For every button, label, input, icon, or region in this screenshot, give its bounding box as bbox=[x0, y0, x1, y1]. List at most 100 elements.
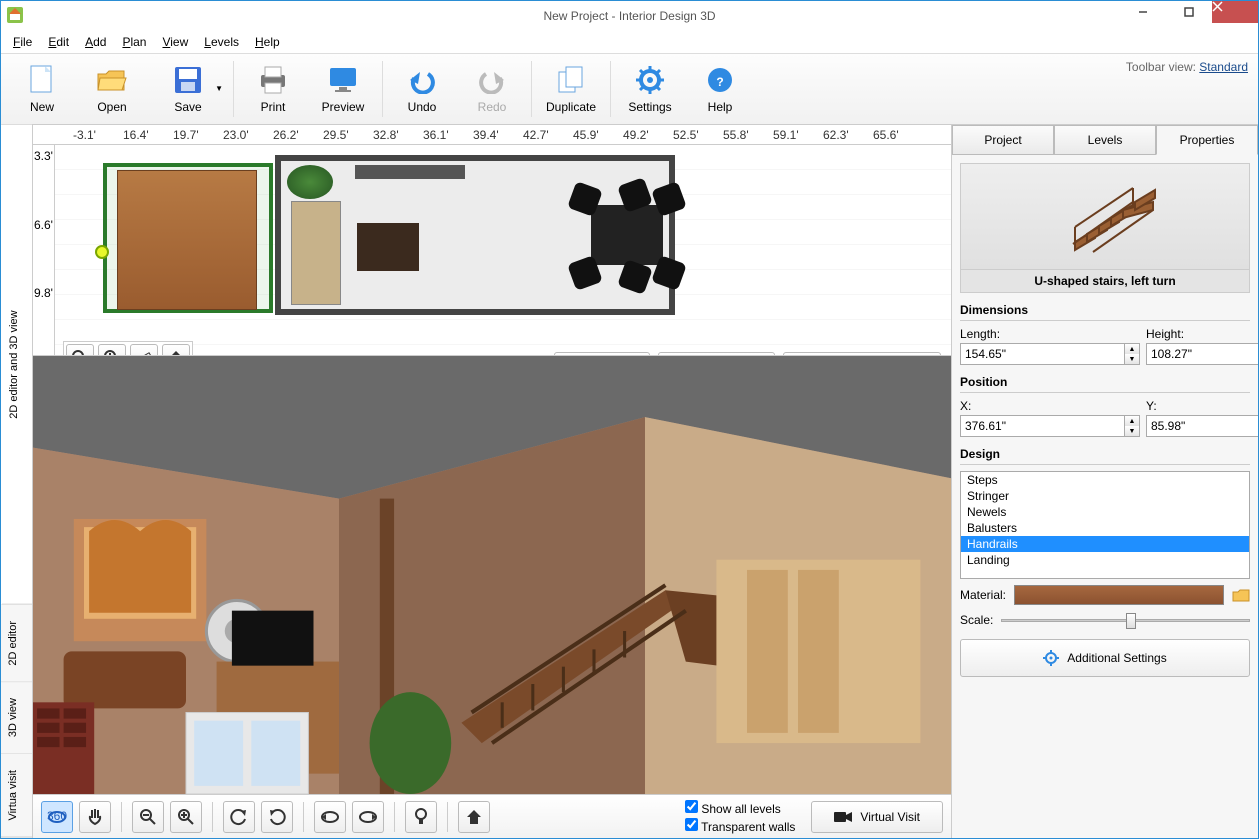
dimensions-heading: Dimensions bbox=[960, 303, 1250, 321]
rotate-cw-button[interactable] bbox=[261, 801, 293, 833]
menu-levels[interactable]: Levels bbox=[196, 33, 247, 51]
menu-bar: File Edit Add Plan View Levels Help bbox=[1, 31, 1258, 53]
save-icon bbox=[172, 64, 204, 96]
tilt-up-button[interactable] bbox=[314, 801, 346, 833]
plan-canvas[interactable] bbox=[55, 145, 951, 355]
material-swatch[interactable] bbox=[1014, 585, 1224, 605]
save-dropdown-icon[interactable]: ▼ bbox=[215, 84, 223, 93]
thumbnail-caption: U-shaped stairs, left turn bbox=[961, 269, 1249, 292]
maximize-button[interactable] bbox=[1166, 1, 1212, 23]
y-input[interactable]: ▲▼ bbox=[1146, 415, 1258, 437]
stairs-icon bbox=[1035, 172, 1175, 262]
window-controls bbox=[1120, 1, 1258, 23]
print-button[interactable]: Print bbox=[238, 56, 308, 122]
measure-button[interactable] bbox=[130, 344, 158, 355]
scale-slider[interactable] bbox=[1001, 611, 1250, 629]
window-title: New Project - Interior Design 3D bbox=[543, 9, 715, 23]
menu-help[interactable]: Help bbox=[247, 33, 288, 51]
rotate-ccw-button[interactable] bbox=[223, 801, 255, 833]
3d-view[interactable] bbox=[33, 355, 951, 794]
plan-mini-toolbar bbox=[63, 341, 193, 355]
close-button[interactable] bbox=[1212, 1, 1258, 23]
lighting-button[interactable] bbox=[405, 801, 437, 833]
home-3d-button[interactable] bbox=[458, 801, 490, 833]
orbit-360-button[interactable]: 360 bbox=[41, 801, 73, 833]
new-button[interactable]: New bbox=[7, 56, 77, 122]
new-file-icon bbox=[26, 64, 58, 96]
transparent-walls-check[interactable]: Transparent walls bbox=[685, 818, 795, 834]
tab-properties[interactable]: Properties bbox=[1156, 125, 1258, 155]
redo-icon bbox=[476, 64, 508, 96]
zoom-in-3d-button[interactable] bbox=[170, 801, 202, 833]
camera-icon bbox=[834, 811, 852, 823]
gear-small-icon bbox=[1043, 650, 1059, 666]
main-toolbar: New Open Save▼ Print Preview Undo Redo D… bbox=[1, 53, 1258, 125]
menu-view[interactable]: View bbox=[154, 33, 196, 51]
duplicate-button[interactable]: Duplicate bbox=[536, 56, 606, 122]
position-heading: Position bbox=[960, 375, 1250, 393]
list-item[interactable]: Steps bbox=[961, 472, 1249, 488]
undo-icon bbox=[406, 64, 438, 96]
menu-add[interactable]: Add bbox=[77, 33, 114, 51]
tab-2d[interactable]: 2D editor bbox=[1, 605, 32, 683]
title-bar: New Project - Interior Design 3D bbox=[1, 1, 1258, 31]
svg-text:360: 360 bbox=[47, 809, 67, 823]
x-input[interactable]: ▲▼ bbox=[960, 415, 1140, 437]
settings-button[interactable]: Settings bbox=[615, 56, 685, 122]
list-item[interactable]: Landing bbox=[961, 552, 1249, 568]
length-input[interactable]: ▲▼ bbox=[960, 343, 1140, 365]
additional-settings-button[interactable]: Additional Settings bbox=[960, 639, 1250, 677]
virtual-visit-button[interactable]: Virtual Visit bbox=[811, 801, 943, 833]
folder-open-icon bbox=[96, 64, 128, 96]
list-item[interactable]: Handrails bbox=[961, 536, 1249, 552]
design-heading: Design bbox=[960, 447, 1250, 465]
zoom-out-3d-button[interactable] bbox=[132, 801, 164, 833]
list-item[interactable]: Balusters bbox=[961, 520, 1249, 536]
height-input[interactable]: ▲▼ bbox=[1146, 343, 1258, 365]
home-view-button[interactable] bbox=[162, 344, 190, 355]
monitor-icon bbox=[327, 64, 359, 96]
preview-button[interactable]: Preview bbox=[308, 56, 378, 122]
browse-material-icon[interactable] bbox=[1232, 587, 1250, 603]
ruler-horizontal: -3.1'16.4'19.7'23.0'26.2'29.5'32.8'36.1'… bbox=[33, 125, 951, 145]
zoom-out-button[interactable] bbox=[66, 344, 94, 355]
menu-plan[interactable]: Plan bbox=[114, 33, 154, 51]
help-icon: ? bbox=[704, 64, 736, 96]
open-button[interactable]: Open bbox=[77, 56, 147, 122]
design-parts-list[interactable]: StepsStringerNewelsBalustersHandrailsLan… bbox=[960, 471, 1250, 579]
menu-file[interactable]: File bbox=[5, 33, 40, 51]
printer-icon bbox=[257, 64, 289, 96]
app-icon bbox=[7, 7, 23, 23]
tilt-down-button[interactable] bbox=[352, 801, 384, 833]
menu-edit[interactable]: Edit bbox=[40, 33, 77, 51]
tab-virtual-visit[interactable]: Virtua visit bbox=[1, 754, 32, 838]
duplicate-icon bbox=[555, 64, 587, 96]
toolbar-view-link[interactable]: Standard bbox=[1199, 60, 1248, 74]
properties-panel: Project Levels Properties bbox=[952, 125, 1258, 838]
view-mode-tabs: 2D editor and 3D view 2D editor 3D view … bbox=[1, 125, 33, 838]
show-dimensions-button[interactable]: Show Dimensions bbox=[783, 352, 941, 355]
object-thumbnail: U-shaped stairs, left turn bbox=[960, 163, 1250, 293]
levels-button[interactable]: Levels bbox=[554, 352, 651, 355]
floor-plan-view[interactable]: 3.3'6.6'9.8' bbox=[33, 145, 951, 355]
ruler-vertical: 3.3'6.6'9.8' bbox=[33, 145, 55, 355]
help-button[interactable]: ?Help bbox=[685, 56, 755, 122]
show-all-levels-check[interactable]: Show all levels bbox=[685, 800, 795, 816]
pan-button[interactable] bbox=[79, 801, 111, 833]
svg-text:?: ? bbox=[716, 75, 723, 89]
gear-icon bbox=[634, 64, 666, 96]
undo-button[interactable]: Undo bbox=[387, 56, 457, 122]
list-item[interactable]: Stringer bbox=[961, 488, 1249, 504]
tab-levels[interactable]: Levels bbox=[1054, 125, 1156, 155]
floor-plan-button[interactable]: Floor Plan bbox=[658, 352, 775, 355]
tab-2d-3d[interactable]: 2D editor and 3D view bbox=[1, 125, 32, 605]
minimize-button[interactable] bbox=[1120, 1, 1166, 23]
redo-button[interactable]: Redo bbox=[457, 56, 527, 122]
list-item[interactable]: Newels bbox=[961, 504, 1249, 520]
3d-toolbar: 360 Show all levels Transparent walls Vi… bbox=[33, 794, 951, 838]
save-button[interactable]: Save▼ bbox=[147, 56, 229, 122]
zoom-in-button[interactable] bbox=[98, 344, 126, 355]
tab-3d[interactable]: 3D view bbox=[1, 682, 32, 754]
tab-project[interactable]: Project bbox=[952, 125, 1054, 155]
toolbar-view-switch: Toolbar view: Standard bbox=[1126, 60, 1248, 74]
